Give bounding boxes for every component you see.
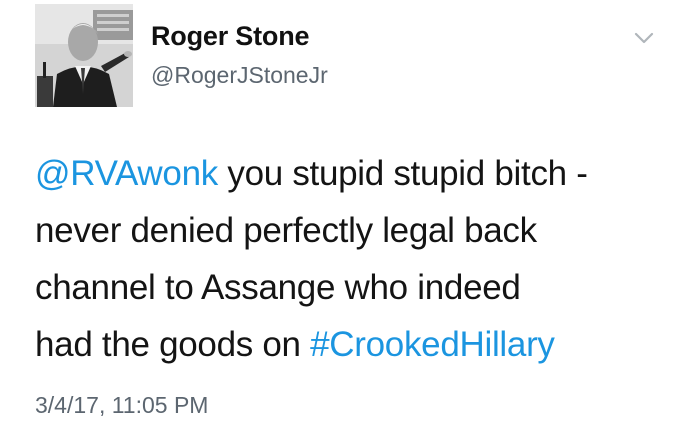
tweet-text: @RVAwonk you stupid stupid bitch - never… bbox=[35, 145, 675, 373]
tweet-line: had the goods on #CrookedHillary bbox=[35, 316, 675, 373]
author-name[interactable]: Roger Stone bbox=[151, 21, 310, 52]
avatar[interactable] bbox=[35, 4, 133, 107]
tweet-line: channel to Assange who indeed bbox=[35, 268, 521, 307]
chevron-down-icon[interactable] bbox=[634, 31, 654, 45]
tweet: Roger Stone @RogerJStoneJr @RVAwonk you … bbox=[0, 0, 680, 428]
timestamp[interactable]: 3/4/17, 11:05 PM bbox=[35, 392, 208, 419]
mention-link[interactable]: @RVAwonk bbox=[35, 154, 218, 193]
avatar-photo bbox=[35, 4, 133, 107]
hashtag-link[interactable]: #CrookedHillary bbox=[310, 325, 555, 364]
tweet-line: never denied perfectly legal back bbox=[35, 211, 537, 250]
tweet-text-segment: had the goods on bbox=[35, 325, 311, 364]
tweet-text-segment: you stupid stupid bitch - bbox=[217, 154, 588, 193]
author-handle[interactable]: @RogerJStoneJr bbox=[151, 62, 328, 89]
tweet-line: @RVAwonk you stupid stupid bitch - bbox=[35, 145, 675, 202]
